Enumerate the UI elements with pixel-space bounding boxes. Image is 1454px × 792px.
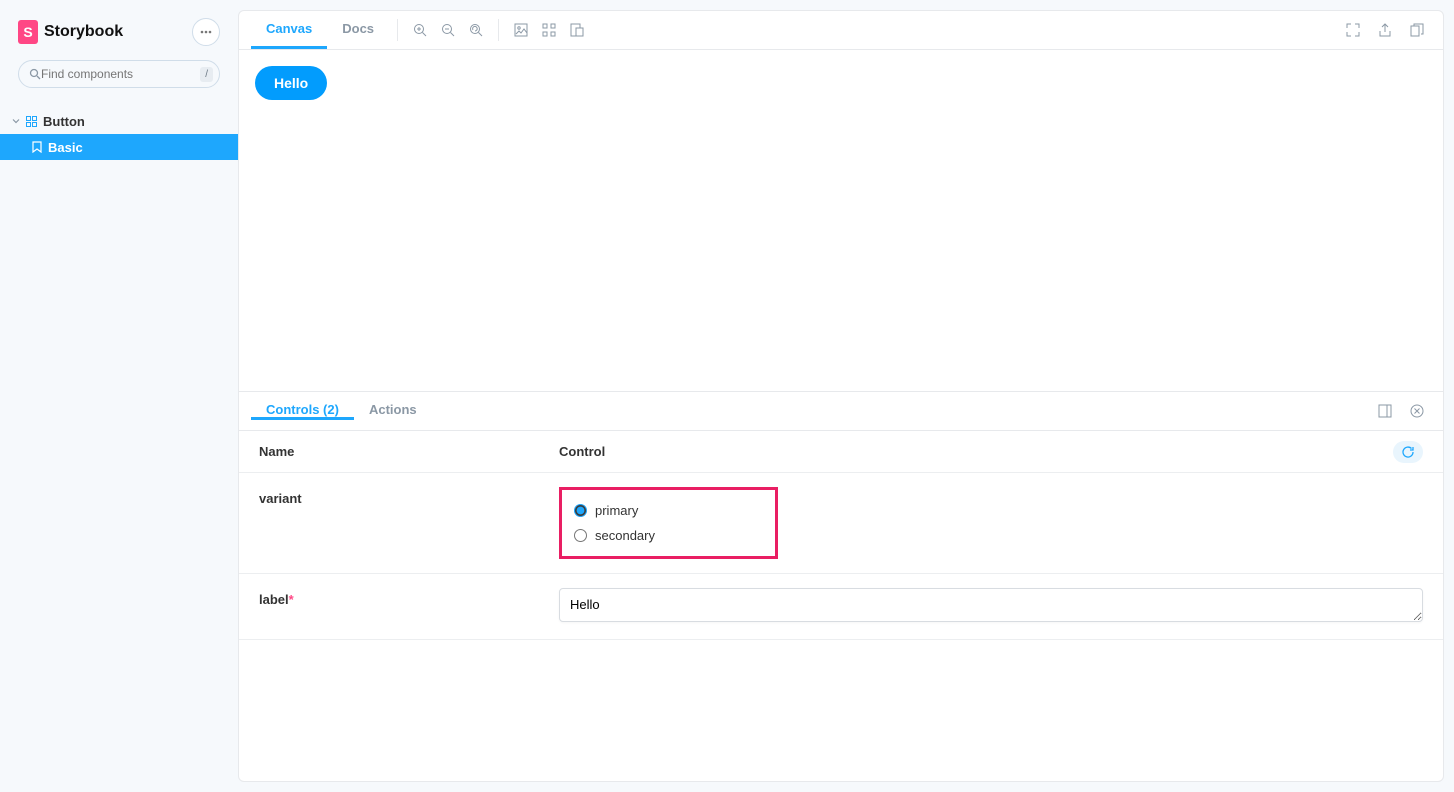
label-text-input[interactable]: Hello: [559, 588, 1423, 622]
radio-secondary-label: secondary: [595, 528, 655, 543]
component-icon: [26, 116, 37, 127]
divider: [397, 19, 398, 41]
tab-canvas[interactable]: Canvas: [251, 11, 327, 49]
control-name-label-text: label: [259, 592, 289, 607]
fullscreen-button[interactable]: [1339, 16, 1367, 44]
preview-button[interactable]: Hello: [255, 66, 327, 100]
tab-docs[interactable]: Docs: [327, 11, 389, 49]
close-circle-icon: [1410, 404, 1424, 418]
variant-radio-group: primary secondary: [559, 487, 778, 559]
storybook-logo-icon: [18, 20, 38, 44]
background-button[interactable]: [507, 16, 535, 44]
zoom-reset-button[interactable]: [462, 16, 490, 44]
component-tree: Button Basic: [0, 108, 238, 160]
control-name-label: label*: [259, 588, 559, 625]
grid-icon: [542, 23, 556, 37]
radio-primary-label: primary: [595, 503, 638, 518]
canvas-area: Hello: [239, 50, 1443, 391]
logo[interactable]: Storybook: [18, 20, 123, 44]
divider: [498, 19, 499, 41]
zoom-out-button[interactable]: [434, 16, 462, 44]
tab-actions[interactable]: Actions: [354, 402, 432, 420]
sidebar-menu-button[interactable]: [192, 18, 220, 46]
bookmark-icon: [32, 141, 42, 153]
addon-orientation-button[interactable]: [1371, 397, 1399, 425]
zoom-out-icon: [441, 23, 455, 37]
open-button[interactable]: [1371, 16, 1399, 44]
search-icon: [29, 68, 41, 80]
sidebar: Storybook / Button Basic: [0, 0, 238, 792]
viewport-button[interactable]: [563, 16, 591, 44]
zoom-in-icon: [413, 23, 427, 37]
brand-name: Storybook: [44, 23, 123, 41]
viewport-icon: [570, 23, 584, 37]
search-input[interactable]: [41, 67, 200, 81]
tree-component-button[interactable]: Button: [0, 108, 238, 134]
grid-button[interactable]: [535, 16, 563, 44]
radio-option-secondary[interactable]: secondary: [574, 523, 655, 548]
header-name: Name: [259, 444, 559, 459]
addons-panel: Controls (2) Actions Name Control: [239, 391, 1443, 781]
zoom-reset-icon: [469, 23, 483, 37]
tree-story-label: Basic: [48, 140, 83, 155]
required-marker: *: [289, 592, 294, 607]
reset-controls-button[interactable]: [1393, 441, 1423, 463]
radio-primary-input[interactable]: [574, 504, 587, 517]
controls-table: Name Control variant primary: [239, 431, 1443, 640]
control-row-label: label* Hello: [239, 574, 1443, 640]
reload-icon: [1401, 445, 1415, 459]
header-control: Control: [559, 444, 1393, 459]
ellipsis-icon: [200, 30, 212, 34]
expand-icon: [1346, 23, 1360, 37]
image-icon: [514, 23, 528, 37]
control-row-variant: variant primary secondary: [239, 473, 1443, 574]
search-input-wrap[interactable]: /: [18, 60, 220, 88]
tree-component-label: Button: [43, 114, 85, 129]
main-panel: Canvas Docs: [238, 10, 1444, 782]
controls-header: Name Control: [239, 431, 1443, 473]
copy-icon: [1410, 23, 1424, 37]
chevron-down-icon: [12, 117, 20, 125]
zoom-in-button[interactable]: [406, 16, 434, 44]
tab-controls[interactable]: Controls (2): [251, 402, 354, 420]
panel-icon: [1378, 404, 1392, 418]
tree-story-basic[interactable]: Basic: [0, 134, 238, 160]
search-shortcut: /: [200, 67, 213, 82]
radio-secondary-input[interactable]: [574, 529, 587, 542]
addon-tabs: Controls (2) Actions: [239, 392, 1443, 431]
topbar: Canvas Docs: [239, 11, 1443, 50]
addon-close-button[interactable]: [1403, 397, 1431, 425]
control-name-variant: variant: [259, 487, 559, 559]
radio-option-primary[interactable]: primary: [574, 498, 655, 523]
share-icon: [1378, 23, 1392, 37]
copy-link-button[interactable]: [1403, 16, 1431, 44]
sidebar-header: Storybook: [0, 18, 238, 60]
